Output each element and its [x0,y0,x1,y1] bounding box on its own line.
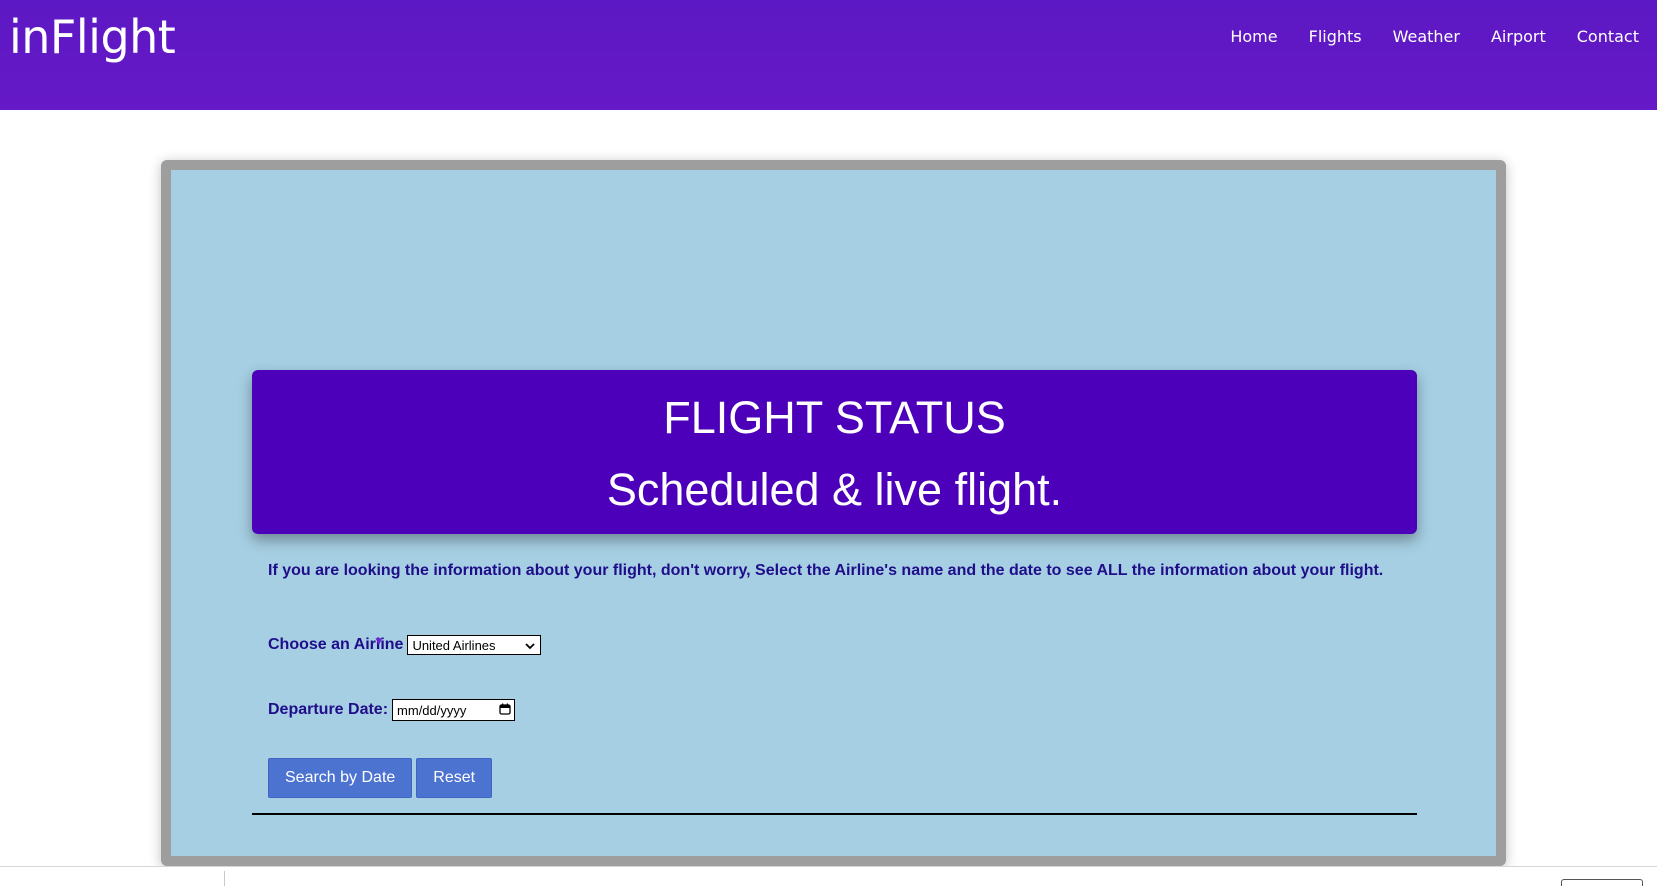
calendar-icon[interactable] [499,703,511,718]
airline-row: Choose an Airline United Airlines [268,635,542,655]
departure-date-label: Departure Date: [268,701,389,718]
search-by-date-button[interactable]: Search by Date [268,758,413,798]
bottom-bar-button[interactable] [1561,879,1643,886]
nav-home[interactable]: Home [1230,27,1277,47]
divider [252,813,1417,815]
departure-date-input[interactable]: mm/dd/yyyy [392,699,516,721]
banner-subtitle: Scheduled & live flight. [606,464,1063,515]
main-nav: Home Flights Weather Airport Contact [1230,27,1639,47]
mouse-cursor-icon: ▼ [373,634,385,648]
nav-contact[interactable]: Contact [1577,27,1639,47]
reset-button[interactable]: Reset [416,758,493,798]
date-placeholder: mm/dd/yyyy [397,702,467,718]
bottom-bar-separator [224,871,225,886]
nav-airport[interactable]: Airport [1491,27,1546,47]
airline-select[interactable]: United Airlines [407,635,542,655]
nav-weather[interactable]: Weather [1393,27,1460,47]
site-header: inFlight Home Flights Weather Airport Co… [0,0,1657,110]
site-logo[interactable]: inFlight [9,11,176,64]
flight-status-banner: FLIGHT STATUS Scheduled & live flight. [252,370,1417,534]
airline-select-value: United Airlines [412,637,496,653]
nav-flights[interactable]: Flights [1309,27,1362,47]
form-actions: Search by Date Reset [268,758,493,798]
bottom-bar [0,866,1657,886]
chevron-down-icon [525,638,536,653]
banner-title: FLIGHT STATUS [663,392,1006,443]
flight-status-panel: FLIGHT STATUS Scheduled & live flight. I… [161,160,1506,866]
departure-date-row: Departure Date: mm/dd/yyyy [268,699,516,721]
intro-text: If you are looking the information about… [268,562,1384,579]
